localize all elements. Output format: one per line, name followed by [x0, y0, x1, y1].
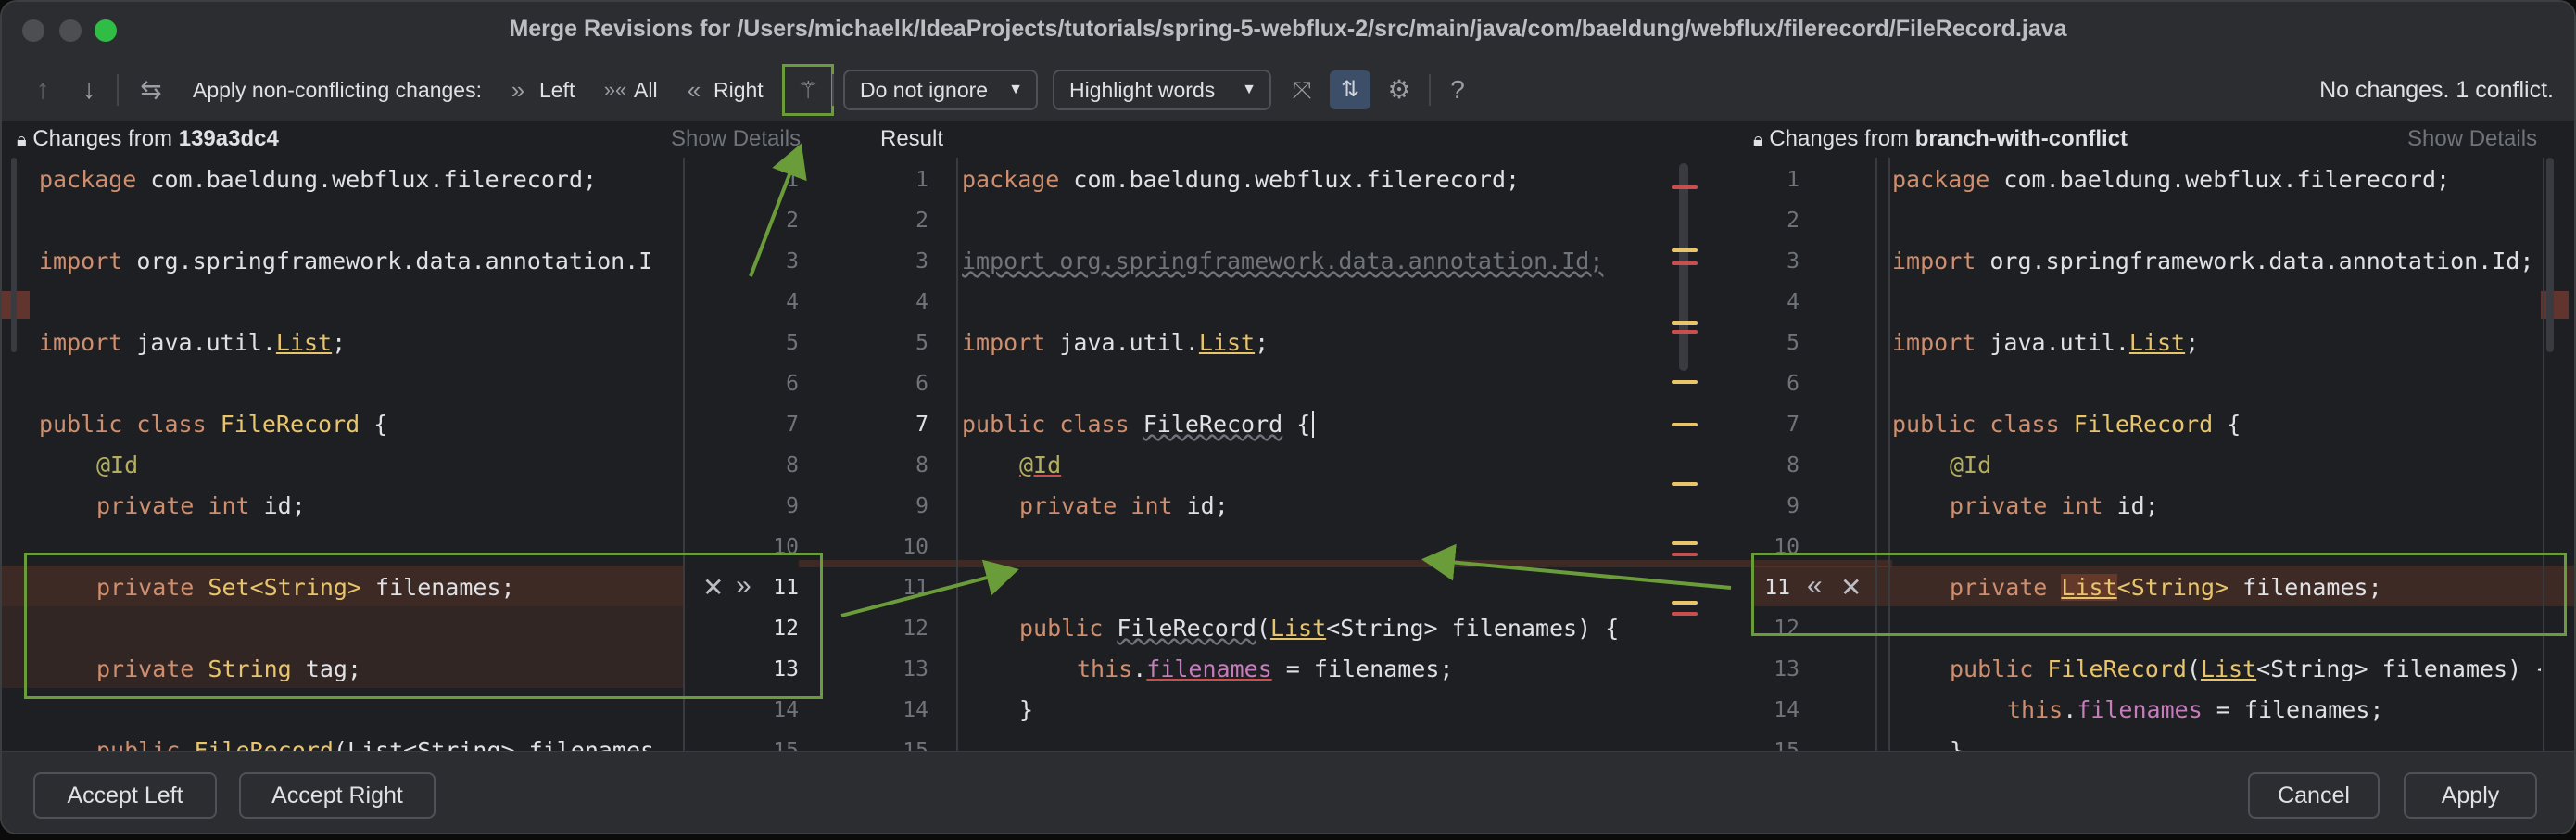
merge-dialog: Merge Revisions for /Users/michaelk/Idea…: [0, 0, 2576, 834]
accept-right-button[interactable]: Accept Right: [239, 772, 436, 819]
annotation-arrows: [749, 143, 1732, 617]
dialog-footer: Accept Left Accept Right Cancel Apply: [2, 751, 2574, 833]
arrow-to-magic-resolve: [749, 143, 807, 277]
cancel-button[interactable]: Cancel: [2248, 772, 2380, 819]
arrow-right-to-result: [1421, 543, 1732, 590]
arrow-left-to-result: [840, 559, 1019, 617]
accept-left-button[interactable]: Accept Left: [33, 772, 217, 819]
apply-button[interactable]: Apply: [2404, 772, 2537, 819]
